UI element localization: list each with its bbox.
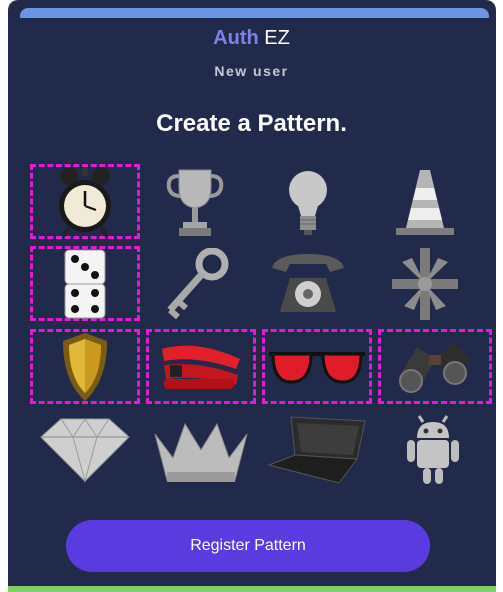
stapler-icon <box>162 345 240 389</box>
pattern-item-shield[interactable] <box>30 329 140 404</box>
pattern-item-binoculars[interactable] <box>378 329 492 404</box>
pattern-item-dice[interactable] <box>30 246 140 321</box>
pattern-item-sunglasses[interactable] <box>262 329 372 404</box>
pattern-item-crown[interactable] <box>146 412 256 487</box>
bottom-accent-bar <box>8 586 496 592</box>
dice-icon <box>64 249 106 318</box>
pattern-grid <box>0 0 503 592</box>
register-pattern-button[interactable]: Register Pattern <box>66 520 430 572</box>
pattern-item-laptop[interactable] <box>262 412 372 487</box>
pattern-item-android-robot[interactable] <box>378 412 488 487</box>
binoculars-icon <box>399 342 471 393</box>
shield-icon <box>63 332 107 401</box>
sunglasses-icon <box>269 351 365 384</box>
pattern-item-diamond[interactable] <box>30 412 140 487</box>
telephone-icon <box>272 253 344 312</box>
trophy-icon <box>166 169 224 236</box>
pattern-item-telephone[interactable] <box>253 246 363 321</box>
laptop-icon <box>267 415 366 484</box>
pattern-item-gift-bow[interactable] <box>370 246 480 321</box>
gift-bow-icon <box>392 247 458 320</box>
pattern-item-light-bulb[interactable] <box>253 164 363 239</box>
pattern-item-key[interactable] <box>140 246 250 321</box>
pattern-item-stapler[interactable] <box>146 329 256 404</box>
android-robot-icon <box>407 414 459 484</box>
key-icon <box>167 247 229 319</box>
alarm-clock-icon <box>59 166 111 237</box>
pattern-item-traffic-cone[interactable] <box>370 164 480 239</box>
light-bulb-icon <box>289 170 327 235</box>
pattern-item-alarm-clock[interactable] <box>30 164 140 239</box>
diamond-icon <box>40 417 130 483</box>
traffic-cone-icon <box>396 169 454 235</box>
pattern-item-trophy[interactable] <box>140 164 250 239</box>
crown-icon <box>154 422 248 482</box>
